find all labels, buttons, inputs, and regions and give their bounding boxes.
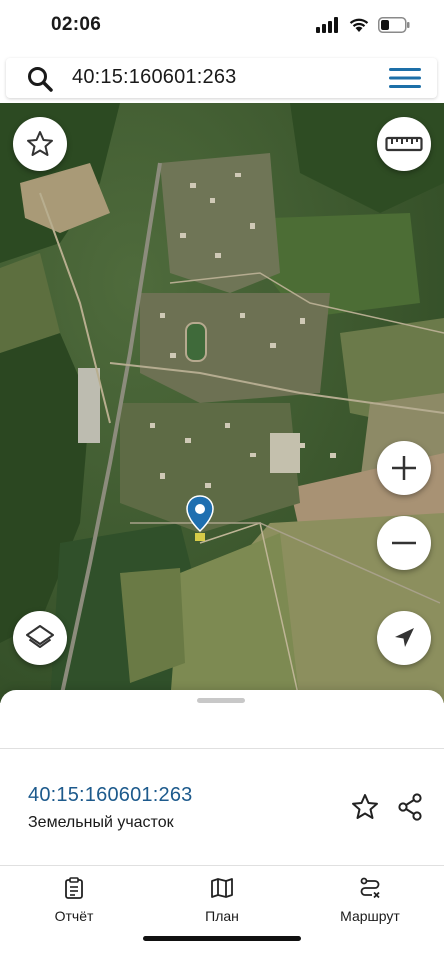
favorite-map-button[interactable]: [13, 117, 67, 171]
map-plan-icon: [211, 878, 233, 898]
navigation-arrow-icon: [395, 628, 414, 647]
divider: [0, 865, 444, 866]
menu-icon[interactable]: [389, 66, 421, 90]
location-pin-icon[interactable]: [185, 495, 215, 543]
search-input[interactable]: 40:15:160601:263: [72, 66, 236, 89]
status-icons: [316, 17, 410, 33]
sheet-grabber[interactable]: [197, 698, 245, 703]
bottom-sheet[interactable]: 40:15:160601:263 Земельный участок Отчёт…: [0, 690, 444, 960]
parcel-cadastral-number[interactable]: 40:15:160601:263: [28, 784, 192, 807]
tab-route[interactable]: Маршрут: [310, 876, 430, 924]
home-indicator[interactable]: [143, 936, 301, 941]
tab-label: Маршрут: [340, 908, 400, 924]
status-bar: 02:06: [0, 0, 444, 54]
share-icon[interactable]: [395, 792, 425, 822]
zoom-in-button[interactable]: [377, 441, 431, 495]
zoom-out-button[interactable]: [377, 516, 431, 570]
satellite-map[interactable]: [0, 103, 444, 703]
search-icon[interactable]: [26, 65, 54, 93]
cellular-signal-icon: [316, 17, 338, 33]
tab-plan[interactable]: План: [162, 876, 282, 924]
report-icon: [65, 877, 83, 899]
my-location-button[interactable]: [377, 611, 431, 665]
tab-label: Отчёт: [54, 908, 94, 924]
zoom-in-icon: [392, 456, 416, 480]
parcel-type: Земельный участок: [28, 814, 174, 831]
favorite-star-icon[interactable]: [350, 792, 380, 822]
tab-report[interactable]: Отчёт: [14, 876, 134, 924]
ruler-button[interactable]: [377, 117, 431, 171]
wifi-icon: [349, 18, 369, 32]
tab-label: План: [205, 908, 239, 924]
search-bar[interactable]: 40:15:160601:263: [6, 58, 437, 98]
status-time: 02:06: [51, 14, 102, 35]
divider: [0, 748, 444, 749]
ruler-icon: [385, 136, 423, 152]
layers-icon: [26, 625, 54, 648]
battery-icon: [378, 17, 410, 33]
satellite-imagery[interactable]: [0, 103, 444, 703]
route-icon: [360, 877, 380, 899]
layers-button[interactable]: [13, 611, 67, 665]
zoom-out-icon: [392, 541, 416, 545]
star-icon: [27, 131, 53, 156]
